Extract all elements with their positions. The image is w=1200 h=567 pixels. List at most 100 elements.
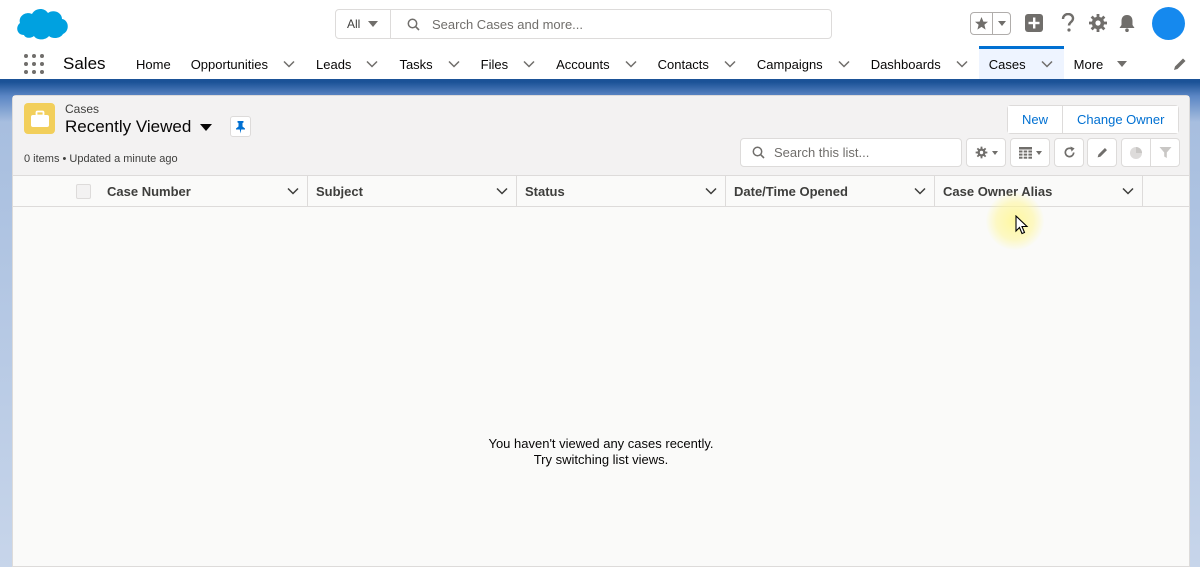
nav-item-opportunities[interactable]: Opportunities <box>181 46 306 79</box>
change-owner-button[interactable]: Change Owner <box>1062 106 1179 133</box>
nav-item-files[interactable]: Files <box>471 46 546 79</box>
list-view-card: Cases Recently Viewed 0 items • Updated … <box>12 95 1190 567</box>
chevron-down-icon[interactable] <box>522 57 536 71</box>
bell-icon <box>1119 15 1135 32</box>
search-field[interactable] <box>391 10 831 38</box>
chevron-down-icon[interactable] <box>624 57 638 71</box>
column-header-case-number[interactable]: Case Number <box>99 176 308 206</box>
object-label: Cases <box>65 102 100 116</box>
nav-item-dashboards[interactable]: Dashboards <box>861 46 979 79</box>
gear-icon <box>975 146 987 159</box>
nav-item-cases[interactable]: Cases <box>978 46 1064 79</box>
nav-item-label: More <box>1073 56 1104 72</box>
nav-item-campaigns[interactable]: Campaigns <box>747 46 861 79</box>
list-actions: New Change Owner <box>1007 105 1180 134</box>
nav-item-label: Cases <box>988 56 1026 72</box>
chevron-down-icon[interactable] <box>955 57 969 71</box>
nav-item-label: Opportunities <box>190 56 269 72</box>
column-label: Status <box>525 183 565 199</box>
refresh-button[interactable] <box>1054 138 1084 167</box>
global-search: All <box>335 9 832 39</box>
pie-chart-icon <box>1130 146 1142 159</box>
briefcase-icon <box>30 110 49 127</box>
nav-item-label: Contacts <box>657 56 709 72</box>
chart-filter-group <box>1121 138 1180 167</box>
notifications-button[interactable] <box>1116 12 1138 34</box>
chevron-down-icon[interactable] <box>1040 57 1054 71</box>
column-header-date-time-opened[interactable]: Date/Time Opened <box>726 176 935 206</box>
edit-nav-pencil-icon[interactable] <box>1172 56 1188 72</box>
search-scope-select[interactable]: All <box>336 10 391 38</box>
nav-item-more[interactable]: More <box>1064 46 1138 79</box>
empty-state-message: You haven't viewed any cases recently. T… <box>13 436 1189 468</box>
list-view-controls-button[interactable] <box>966 138 1006 167</box>
question-icon <box>1061 13 1075 32</box>
nav-item-label: Dashboards <box>870 56 941 72</box>
gear-icon <box>1089 14 1107 32</box>
new-button[interactable]: New <box>1008 106 1063 133</box>
chevron-down-icon[interactable] <box>703 183 719 199</box>
select-all-checkbox[interactable] <box>76 184 91 199</box>
chevron-down-icon[interactable] <box>365 57 379 71</box>
star-icon <box>975 17 988 30</box>
nav-item-label: Home <box>136 56 171 72</box>
column-label: Subject <box>316 183 363 199</box>
list-view-title: Recently Viewed <box>65 117 192 136</box>
chevron-down-icon[interactable] <box>1120 183 1136 199</box>
search-icon <box>407 18 420 31</box>
nav-item-accounts[interactable]: Accounts <box>546 46 647 79</box>
caret-down-icon <box>200 123 213 131</box>
list-meta: 0 items • Updated a minute ago <box>24 153 178 165</box>
nav-items: Home Opportunities Leads Tasks Files Acc… <box>126 46 1137 79</box>
column-header-status[interactable]: Status <box>517 176 726 206</box>
nav-item-tasks[interactable]: Tasks <box>389 46 470 79</box>
nav-item-leads[interactable]: Leads <box>306 46 389 79</box>
empty-state-line: You haven't viewed any cases recently. <box>488 436 714 451</box>
favorites-star-button[interactable] <box>971 13 993 34</box>
nav-item-label: Leads <box>316 56 352 72</box>
list-view-selector[interactable]: Recently Viewed <box>65 117 213 137</box>
filter-button[interactable] <box>1150 139 1179 166</box>
help-button[interactable] <box>1057 12 1079 34</box>
favorites-group <box>970 12 1011 35</box>
favorites-menu-button[interactable] <box>993 13 1010 34</box>
chevron-down-icon[interactable] <box>723 57 737 71</box>
nav-item-label: Tasks <box>399 56 433 72</box>
refresh-icon <box>1064 146 1075 158</box>
search-icon <box>752 146 765 159</box>
nav-item-label: Files <box>480 56 509 72</box>
global-actions-button[interactable] <box>1023 12 1045 34</box>
caret-down-icon <box>997 21 1006 26</box>
app-nav-bar: Sales Home Opportunities Leads Tasks Fil… <box>0 46 1200 82</box>
global-header: All <box>0 0 1200 46</box>
nav-item-contacts[interactable]: Contacts <box>648 46 747 79</box>
list-search-input[interactable] <box>774 145 954 160</box>
setup-button[interactable] <box>1087 12 1109 34</box>
chevron-down-icon[interactable] <box>837 57 851 71</box>
table-icon <box>1018 146 1032 159</box>
salesforce-logo[interactable] <box>14 5 70 43</box>
chevron-down-icon[interactable] <box>494 183 510 199</box>
nav-item-home[interactable]: Home <box>126 46 181 79</box>
caret-down-icon <box>991 150 998 155</box>
app-launcher-icon[interactable] <box>24 54 44 74</box>
pin-icon <box>236 120 245 133</box>
list-search[interactable] <box>740 138 962 167</box>
plus-box-icon <box>1025 14 1043 32</box>
mouse-cursor-icon <box>1015 215 1029 235</box>
chevron-down-icon[interactable] <box>282 57 296 71</box>
pin-list-button[interactable] <box>230 116 251 137</box>
column-header-case-owner-alias[interactable]: Case Owner Alias <box>935 176 1143 206</box>
cases-object-icon <box>24 103 55 134</box>
chevron-down-icon[interactable] <box>447 57 461 71</box>
empty-state-line: Try switching list views. <box>533 452 669 467</box>
user-avatar[interactable] <box>1152 7 1185 40</box>
chevron-down-icon[interactable] <box>285 183 301 199</box>
inline-edit-button[interactable] <box>1087 138 1117 167</box>
display-as-button[interactable] <box>1010 138 1050 167</box>
show-chart-button[interactable] <box>1122 139 1150 166</box>
column-header-subject[interactable]: Subject <box>308 176 517 206</box>
column-label: Date/Time Opened <box>734 183 848 199</box>
global-search-input[interactable] <box>432 16 812 32</box>
chevron-down-icon[interactable] <box>912 183 928 199</box>
